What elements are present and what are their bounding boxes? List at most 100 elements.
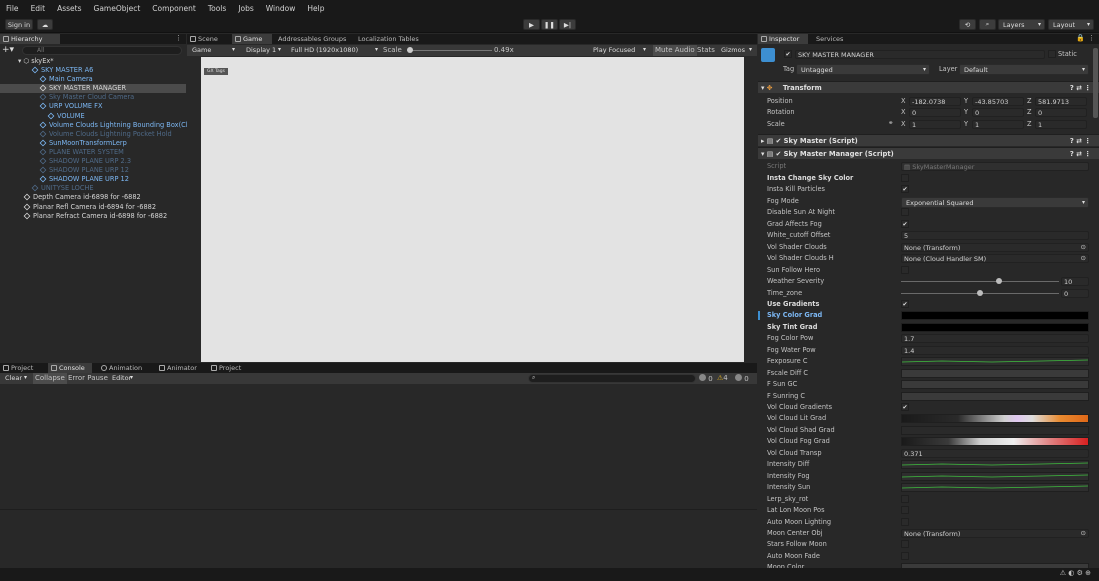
hierarchy-item[interactable]: Depth Camera id-6898 for -6882 xyxy=(23,193,141,202)
transform-rz-field[interactable]: 0 xyxy=(1035,108,1087,117)
play-icon[interactable]: ▶ xyxy=(523,19,540,30)
property-field[interactable] xyxy=(901,380,1089,390)
inspector-scrollbar[interactable] xyxy=(1093,48,1098,118)
hierarchy-item[interactable]: SKY MASTER A6 xyxy=(31,66,93,75)
gradient-field[interactable] xyxy=(901,322,1089,332)
transform-header[interactable]: ▾ ✥ Transform? ⇄ ⋮ xyxy=(758,81,1099,93)
sky-master-header[interactable]: ▸ ▤ ✔ Sky Master (Script)? ⇄ ⋮ xyxy=(758,134,1099,146)
slider-value-field[interactable]: 0 xyxy=(1061,288,1089,298)
hierarchy-item[interactable]: VOLUME xyxy=(47,112,85,121)
game-viewport[interactable]: GX Tags xyxy=(201,57,744,362)
mute-audio-button[interactable]: Mute Audio xyxy=(653,45,697,56)
error-pause-toggle[interactable]: Error Pause xyxy=(68,374,108,382)
tab-scene[interactable]: Scene xyxy=(187,34,232,44)
property-checkbox[interactable] xyxy=(901,208,909,217)
curve-field[interactable] xyxy=(901,471,1089,481)
menu-item[interactable]: Jobs xyxy=(232,4,259,13)
property-field[interactable]: 5 xyxy=(901,231,1089,241)
hierarchy-search-input[interactable]: All xyxy=(22,46,182,55)
property-field[interactable] xyxy=(901,391,1089,401)
menu-item[interactable]: File xyxy=(0,4,25,13)
stats-button[interactable]: Stats xyxy=(697,46,715,54)
layout-dropdown[interactable]: Layout xyxy=(1048,19,1094,30)
kebab-icon[interactable]: ⋮ xyxy=(1088,34,1095,42)
hierarchy-item[interactable]: Main Camera xyxy=(39,75,93,84)
menu-item[interactable]: Window xyxy=(260,4,302,13)
component-menu-icon[interactable]: ? ⇄ ⋮ xyxy=(1070,148,1091,160)
property-field[interactable] xyxy=(901,368,1089,378)
transform-ry-field[interactable]: 0 xyxy=(972,108,1024,117)
tab-project[interactable]: Project xyxy=(0,363,42,373)
property-checkbox[interactable] xyxy=(901,506,909,515)
tab-animator[interactable]: Animator xyxy=(156,363,202,373)
tab-addressables[interactable]: Addressables Groups xyxy=(272,34,352,44)
resolution-dropdown[interactable]: Full HD (1920x1080) xyxy=(287,45,381,56)
property-checkbox[interactable] xyxy=(901,265,909,274)
layers-dropdown[interactable]: Layers xyxy=(998,19,1045,30)
kebab-icon[interactable]: ⋮ xyxy=(175,34,182,42)
hierarchy-item[interactable]: SHADOW PLANE URP 12 xyxy=(39,166,129,175)
search-icon[interactable]: ⌕ xyxy=(979,19,996,30)
cloud-icon[interactable]: ☁ xyxy=(37,19,53,30)
gradient-field[interactable] xyxy=(901,425,1089,435)
hierarchy-item[interactable]: SHADOW PLANE URP 12 xyxy=(39,175,129,184)
hierarchy-item[interactable]: URP VOLUME FX xyxy=(39,102,103,111)
gradient-field[interactable] xyxy=(901,311,1089,321)
property-field[interactable]: 0.371 xyxy=(901,448,1089,458)
game-view-dropdown[interactable]: Game xyxy=(188,45,238,56)
object-picker-icon[interactable]: ⊙ xyxy=(1081,243,1086,251)
scene-root[interactable]: ▾ ⬡ skyEx* xyxy=(18,57,54,66)
property-field[interactable]: 1.4 xyxy=(901,345,1089,355)
step-icon[interactable]: ▶| xyxy=(559,19,576,30)
menu-item[interactable]: Help xyxy=(301,4,330,13)
hierarchy-item[interactable]: Volume Clouds Lightning Pocket Hold xyxy=(39,130,172,139)
menu-item[interactable]: Assets xyxy=(51,4,87,13)
display-dropdown[interactable]: Display 1 xyxy=(242,45,284,56)
object-field[interactable]: None (Cloud Handler SM) ⊙ xyxy=(901,254,1089,264)
scale-slider[interactable] xyxy=(407,47,492,53)
tab-hierarchy[interactable]: Hierarchy xyxy=(0,34,60,44)
sky-master-manager-header[interactable]: ▾ ▤ ✔ Sky Master Manager (Script)? ⇄ ⋮ xyxy=(758,147,1099,159)
component-menu-icon[interactable]: ? ⇄ ⋮ xyxy=(1070,82,1091,94)
editor-dropdown[interactable]: Editor xyxy=(108,373,136,384)
curve-field[interactable] xyxy=(901,483,1089,493)
property-checkbox[interactable]: ✔ xyxy=(901,219,909,228)
static-checkbox[interactable] xyxy=(1048,50,1056,58)
hierarchy-item[interactable]: Volume Clouds Lightning Bounding Box(Clo… xyxy=(39,121,202,130)
console-search-input[interactable]: ⌕ xyxy=(528,374,696,383)
property-checkbox[interactable] xyxy=(901,494,909,503)
menu-item[interactable]: Component xyxy=(146,4,202,13)
add-icon[interactable]: +▾ xyxy=(2,45,14,55)
collapse-toggle[interactable]: Collapse xyxy=(33,373,67,384)
transform-rx-field[interactable]: 0 xyxy=(909,108,961,117)
hierarchy-item[interactable]: PLANE WATER SYSTEM xyxy=(39,148,124,157)
sign-in-button[interactable]: Sign in xyxy=(5,19,33,30)
hierarchy-item[interactable]: Sky Master Cloud Camera xyxy=(39,93,134,102)
curve-field[interactable] xyxy=(901,357,1089,367)
gizmos-dropdown[interactable]: Gizmos xyxy=(717,45,755,56)
pause-icon[interactable]: ❚❚ xyxy=(541,19,558,30)
object-field[interactable]: None (Transform) ⊙ xyxy=(901,242,1089,252)
transform-px-field[interactable]: -182.0738 xyxy=(909,97,961,106)
transform-py-field[interactable]: -43.85703 xyxy=(972,97,1024,106)
menu-item[interactable]: Edit xyxy=(25,4,52,13)
property-checkbox[interactable] xyxy=(901,517,909,526)
transform-sy-field[interactable]: 1 xyxy=(972,120,1024,129)
hierarchy-item[interactable]: SHADOW PLANE URP 2.3 xyxy=(39,157,131,166)
layer-dropdown[interactable]: Default xyxy=(959,64,1089,75)
object-picker-icon[interactable]: ⊙ xyxy=(1081,529,1086,537)
property-slider[interactable] xyxy=(901,277,1059,286)
property-checkbox[interactable]: ✔ xyxy=(901,185,909,194)
tab-animation[interactable]: Animation xyxy=(98,363,150,373)
tab-inspector[interactable]: Inspector xyxy=(758,34,808,44)
tab-console[interactable]: Console xyxy=(48,363,92,373)
info-count[interactable]: 0 xyxy=(699,374,713,383)
property-slider[interactable] xyxy=(901,289,1059,298)
transform-pz-field[interactable]: 581.9713 xyxy=(1035,97,1087,106)
gradient-field[interactable] xyxy=(901,414,1089,424)
property-dropdown[interactable]: Exponential Squared xyxy=(901,196,1089,208)
tab-localization[interactable]: Localization Tables xyxy=(352,34,432,44)
lock-icon[interactable]: 🔒 xyxy=(1076,34,1085,42)
tab-services[interactable]: Services xyxy=(808,34,848,44)
status-icons[interactable]: ⚠ ◐ ⚙ ⊕ xyxy=(1060,569,1091,577)
